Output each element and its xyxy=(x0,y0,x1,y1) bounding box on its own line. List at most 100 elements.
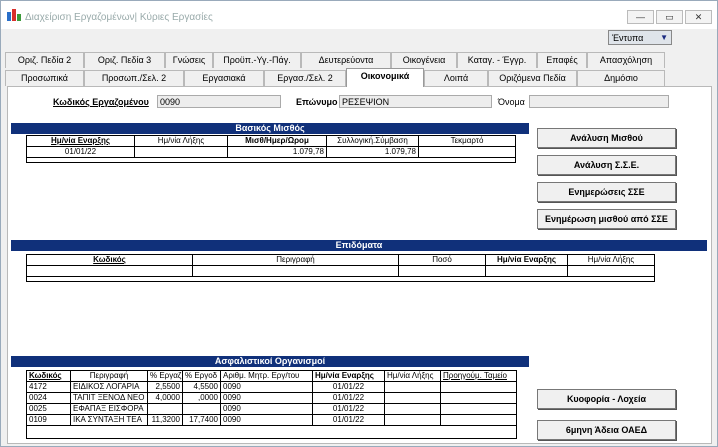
table-cell[interactable] xyxy=(135,147,228,158)
table-cell[interactable]: 0025 xyxy=(27,404,71,415)
table-cell[interactable]: 0090 xyxy=(221,382,313,393)
table-cell[interactable] xyxy=(568,266,655,277)
table-cell[interactable]: ΕΦΑΠΑΞ ΕΙΣΦΟΡΑ xyxy=(71,404,148,415)
table-cell[interactable] xyxy=(385,393,441,404)
tab-records-docs[interactable]: Καταγ. - Έγγρ. xyxy=(457,52,537,68)
window-title: Διαχείριση Εργαζομένων| Κύριες Εργασίες xyxy=(25,12,213,23)
tab-personal-page-2[interactable]: Προσωπ./Σελ. 2 xyxy=(84,70,184,86)
table-cell[interactable]: 1.079,78 xyxy=(228,147,327,158)
tab-custom-fields-3[interactable]: Οριζ. Πεδία 3 xyxy=(84,52,165,68)
table-cell[interactable]: 0109 xyxy=(27,415,71,426)
tab-secondary[interactable]: Δευτερεύοντα xyxy=(301,52,391,68)
table-cell[interactable] xyxy=(27,266,193,277)
surname-field[interactable]: ΡΕΣΕΨΙΟΝ xyxy=(339,95,492,108)
tab-family[interactable]: Οικογένεια xyxy=(391,52,457,68)
tab-work[interactable]: Εργασιακά xyxy=(184,70,264,86)
table-cell[interactable]: 4,5500 xyxy=(183,382,221,393)
basic-salary-header: Βασικός Μισθός xyxy=(11,123,529,134)
table-cell[interactable]: 1.079,78 xyxy=(327,147,419,158)
oaed-leave-button[interactable]: 6μηνη Άδεια ΟΑΕΔ xyxy=(537,420,676,440)
employee-code-label: Κωδικός Εργαζομένου xyxy=(53,97,149,107)
table-cell[interactable]: 01/01/22 xyxy=(313,393,385,404)
table-cell[interactable] xyxy=(148,404,183,415)
table-cell[interactable]: 2,5500 xyxy=(148,382,183,393)
table-cell[interactable] xyxy=(183,404,221,415)
table-cell[interactable]: ,0000 xyxy=(183,393,221,404)
sse-updates-button[interactable]: Ενημερώσεις ΣΣΕ xyxy=(537,182,676,202)
surname-label: Επώνυμο xyxy=(296,97,338,107)
col-code: Κωδικός xyxy=(27,371,71,382)
maximize-icon[interactable]: ▭ xyxy=(656,10,683,24)
table-cell[interactable]: 11,3200 xyxy=(148,415,183,426)
table-cell[interactable] xyxy=(486,266,568,277)
table-cell[interactable] xyxy=(441,404,517,415)
col-description: Περιγραφή xyxy=(71,371,148,382)
col-collective-agreement: Συλλογική.Σύμβαση xyxy=(327,136,419,147)
table-cell[interactable] xyxy=(419,147,516,158)
col-employer-percent: % Εργοδ xyxy=(183,371,221,382)
col-registry-number: Αριθμ. Μητρ. Εργ/του xyxy=(221,371,313,382)
col-description: Περιγραφή xyxy=(193,255,399,266)
table-cell[interactable] xyxy=(441,382,517,393)
tab-personal[interactable]: Προσωπικά xyxy=(5,70,84,86)
allowances-header: Επιδόματα xyxy=(11,240,707,251)
table-cell[interactable]: 01/01/22 xyxy=(313,404,385,415)
table-cell[interactable]: 01/01/22 xyxy=(313,415,385,426)
table-cell[interactable] xyxy=(441,393,517,404)
tab-prerequisites[interactable]: Προϋπ.-Υγ.-Πάγ. xyxy=(213,52,301,68)
maternity-button[interactable]: Κυοφορία - Λοχεία xyxy=(537,389,676,409)
table-cell[interactable] xyxy=(385,404,441,415)
forms-dropdown-value: Έντυπα xyxy=(612,33,644,43)
table-cell[interactable] xyxy=(193,266,399,277)
table-cell[interactable]: 4172 xyxy=(27,382,71,393)
chevron-down-icon: ▼ xyxy=(660,33,668,42)
table-cell[interactable]: 01/01/22 xyxy=(313,382,385,393)
col-start-date: Ημ/νία Εναρξης xyxy=(27,136,135,147)
tab-financial[interactable]: Οικονομικά xyxy=(346,68,424,87)
tab-employment[interactable]: Απασχόληση xyxy=(587,52,665,68)
col-employee-percent: % Εργαζ xyxy=(148,371,183,382)
tab-custom-fields-2[interactable]: Οριζ. Πεδία 2 xyxy=(5,52,84,68)
col-code: Κωδικός xyxy=(27,255,193,266)
col-end-date: Ημ/νία Λήξης xyxy=(385,371,441,382)
table-cell[interactable]: 0090 xyxy=(221,393,313,404)
col-amount: Ποσό xyxy=(399,255,486,266)
table-cell[interactable]: ΙΚΑ ΣΥΝΤΑΞΗ ΤΕΑ xyxy=(71,415,148,426)
col-start-date: Ημ/νία Εναρξης xyxy=(486,255,568,266)
table-cell[interactable] xyxy=(385,382,441,393)
table-cell[interactable]: 4,0000 xyxy=(148,393,183,404)
table-cell[interactable] xyxy=(441,415,517,426)
minimize-icon[interactable]: — xyxy=(627,10,654,24)
table-cell[interactable]: ΕΙΔΙΚΟΣ ΛΟΓΑΡΙΑ xyxy=(71,382,148,393)
table-cell[interactable]: ΤΑΠΙΤ ΞΕΝΟΔ ΝΕΟ xyxy=(71,393,148,404)
tab-defined-fields[interactable]: Οριζόμενα Πεδία xyxy=(488,70,577,86)
update-salary-from-sse-button[interactable]: Ενημέρωση μισθού από ΣΣΕ xyxy=(537,209,676,229)
close-icon[interactable]: ✕ xyxy=(685,10,712,24)
forms-dropdown[interactable]: Έντυπα ▼ xyxy=(608,30,672,45)
table-cell[interactable]: 17,7400 xyxy=(183,415,221,426)
insurance-header: Ασφαλιστικοί Οργανισμοί xyxy=(11,356,529,367)
col-end-date: Ημ/νία Λήξης xyxy=(135,136,228,147)
basic-salary-table: Ημ/νία Εναρξης Ημ/νία Λήξης Μισθ/Ημερ/Ωρ… xyxy=(26,135,516,163)
table-cell[interactable]: 0090 xyxy=(221,415,313,426)
table-cell[interactable] xyxy=(385,415,441,426)
col-previous-fund: Προηγούμ. Ταμείο xyxy=(441,371,517,382)
col-imputed: Τεκμαρτό xyxy=(419,136,516,147)
tab-work-page-2[interactable]: Εργασ./Σελ. 2 xyxy=(264,70,346,86)
sse-analysis-button[interactable]: Ανάλυση Σ.Σ.Ε. xyxy=(537,155,676,175)
tab-contacts[interactable]: Επαφές xyxy=(537,52,587,68)
tab-knowledge[interactable]: Γνώσεις xyxy=(165,52,213,68)
employee-code-field[interactable]: 0090 xyxy=(157,95,281,108)
tab-other[interactable]: Λοιπά xyxy=(424,70,488,86)
name-label: Όνομα xyxy=(498,97,525,107)
col-start-date: Ημ/νία Εναρξης xyxy=(313,371,385,382)
table-cell[interactable] xyxy=(399,266,486,277)
allowances-table: Κωδικός Περιγραφή Ποσό Ημ/νία Εναρξης Ημ… xyxy=(26,254,655,282)
table-cell[interactable]: 01/01/22 xyxy=(27,147,135,158)
table-cell[interactable]: 0024 xyxy=(27,393,71,404)
name-field[interactable] xyxy=(529,95,669,108)
salary-analysis-button[interactable]: Ανάλυση Μισθού xyxy=(537,128,676,148)
insurance-table: Κωδικός Περιγραφή % Εργαζ % Εργοδ Αριθμ.… xyxy=(26,370,517,439)
tab-public-sector[interactable]: Δημόσιο xyxy=(577,70,665,86)
table-cell[interactable]: 0090 xyxy=(221,404,313,415)
